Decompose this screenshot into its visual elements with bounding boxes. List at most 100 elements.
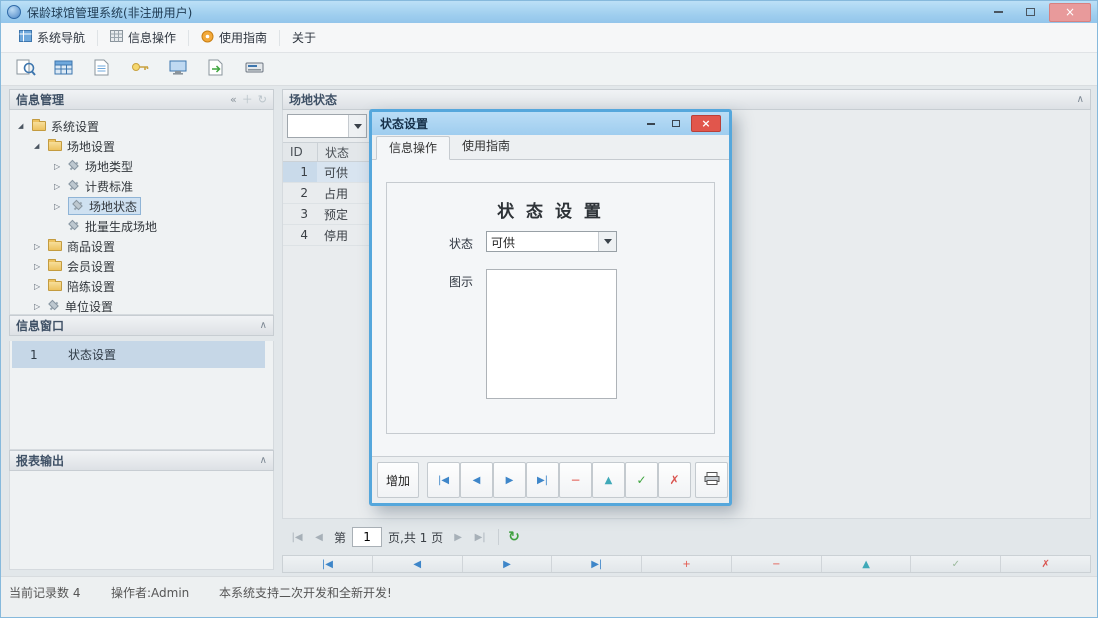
maximize-button[interactable] xyxy=(1017,3,1043,21)
filter-dropdown[interactable] xyxy=(287,114,367,138)
close-button[interactable]: × xyxy=(1049,3,1091,22)
first-record-button[interactable]: |◀ xyxy=(427,462,460,498)
toolbar-search-button[interactable] xyxy=(11,56,41,83)
page-first-button[interactable]: |◀ xyxy=(288,527,306,547)
nav-insert-button[interactable]: + xyxy=(642,556,732,572)
toolbar-monitor-button[interactable] xyxy=(163,56,193,83)
tree-item-product-settings[interactable]: ▷ 商品设置 xyxy=(10,236,273,256)
expander-icon[interactable]: ◢ xyxy=(18,122,32,130)
page-last-button[interactable]: ▶| xyxy=(471,527,489,547)
icon-field-label: 图示 xyxy=(449,273,473,290)
selected-tree-item: 场地状态 xyxy=(68,197,141,215)
chevron-up-icon[interactable]: ∧ xyxy=(260,455,267,466)
tree-item-billing-standard[interactable]: ▷ 计费标准 xyxy=(10,176,273,196)
window-panel-header[interactable]: 信息窗口 ∧ xyxy=(9,315,274,336)
last-record-button[interactable]: ▶| xyxy=(526,462,559,498)
tree-item-trainer-settings[interactable]: ▷ 陪练设置 xyxy=(10,276,273,296)
tree-item-venue-type[interactable]: ▷ 场地类型 xyxy=(10,156,273,176)
dialog-titlebar: 状态设置 × xyxy=(372,112,729,135)
tab-info-ops[interactable]: 信息操作 xyxy=(376,136,450,160)
expander-icon[interactable]: ◢ xyxy=(34,142,48,150)
expander-icon[interactable]: ▷ xyxy=(54,162,68,171)
prev-record-button[interactable]: ◀ xyxy=(460,462,493,498)
record-count-label: 当前记录数 4 xyxy=(9,584,111,618)
status-dropdown[interactable]: 可供 xyxy=(486,231,617,252)
delete-record-button[interactable]: − xyxy=(559,462,592,498)
expander-icon[interactable]: ▷ xyxy=(54,182,68,191)
expander-icon[interactable]: ▷ xyxy=(34,242,48,251)
page-number-input[interactable] xyxy=(352,527,382,547)
tool-icon xyxy=(48,300,60,313)
menu-item-system-nav[interactable]: 系统导航 xyxy=(9,25,95,50)
menu-item-guide[interactable]: 使用指南 xyxy=(191,25,277,50)
edit-record-button[interactable]: ▲ xyxy=(592,462,625,498)
collapse-panel-icon[interactable]: « xyxy=(230,94,237,105)
chevron-up-icon[interactable]: ∧ xyxy=(260,320,267,331)
menu-item-about[interactable]: 关于 xyxy=(282,25,326,50)
add-button[interactable]: 增加 xyxy=(377,462,419,498)
tool-icon xyxy=(72,200,84,213)
folder-icon xyxy=(48,261,62,271)
dialog-minimize-button[interactable] xyxy=(641,116,661,132)
refresh-icon[interactable]: ↻ xyxy=(508,529,520,545)
folder-icon xyxy=(32,121,46,131)
window-list-item[interactable]: 1 状态设置 xyxy=(12,341,265,368)
expander-icon[interactable]: ▷ xyxy=(34,282,48,291)
next-record-button[interactable]: ▶ xyxy=(493,462,526,498)
expander-icon[interactable]: ▷ xyxy=(54,202,68,211)
toolbar-export-button[interactable] xyxy=(201,56,231,83)
status-dropdown-value: 可供 xyxy=(487,232,598,251)
tree-item-system-settings[interactable]: ◢ 系统设置 xyxy=(10,116,273,136)
add-node-icon[interactable]: ＋ xyxy=(242,94,253,105)
main-header-title: 场地状态 xyxy=(289,91,337,108)
minimize-icon xyxy=(994,11,1003,13)
tool-icon xyxy=(68,180,80,193)
report-panel-title: 报表输出 xyxy=(16,452,64,469)
nav-next-button[interactable]: ▶ xyxy=(463,556,553,572)
print-button[interactable] xyxy=(695,462,728,498)
menu-separator xyxy=(188,30,189,46)
export-icon xyxy=(208,59,225,79)
dropdown-button[interactable] xyxy=(598,232,616,251)
menu-item-label: 系统导航 xyxy=(37,29,85,46)
info-panel-header[interactable]: 信息管理 « ＋ ↻ xyxy=(9,89,274,110)
expander-icon[interactable]: ▷ xyxy=(34,262,48,271)
dropdown-button[interactable] xyxy=(348,115,366,137)
toolbar-card-reader-button[interactable] xyxy=(239,56,269,83)
tree-item-venue-status[interactable]: ▷ 场地状态 xyxy=(10,196,273,216)
confirm-button[interactable]: ✓ xyxy=(625,462,658,498)
report-panel-header[interactable]: 报表输出 ∧ xyxy=(9,450,274,471)
nav-first-button[interactable]: |◀ xyxy=(283,556,373,572)
tree-item-member-settings[interactable]: ▷ 会员设置 xyxy=(10,256,273,276)
nav-cancel-button[interactable]: ✗ xyxy=(1001,556,1090,572)
toolbar-key-button[interactable] xyxy=(125,56,155,83)
open-windows-list: 1 状态设置 xyxy=(9,341,274,450)
nav-prev-button[interactable]: ◀ xyxy=(373,556,463,572)
minimize-button[interactable] xyxy=(985,3,1011,21)
page-prev-button[interactable]: ◀ xyxy=(310,527,328,547)
status-image-box[interactable] xyxy=(486,269,617,399)
page-suffix-label: 页,共 1 页 xyxy=(388,529,443,546)
dialog-maximize-button[interactable] xyxy=(666,116,686,132)
pager-separator xyxy=(498,529,499,545)
tab-guide[interactable]: 使用指南 xyxy=(450,135,522,159)
tree-item-venue-settings[interactable]: ◢ 场地设置 xyxy=(10,136,273,156)
chevron-up-icon[interactable]: ∧ xyxy=(1077,94,1084,105)
nav-confirm-button[interactable]: ✓ xyxy=(911,556,1001,572)
expander-icon[interactable]: ▷ xyxy=(34,302,48,311)
refresh-tree-icon[interactable]: ↻ xyxy=(258,94,267,105)
tree-item-batch-generate[interactable]: 批量生成场地 xyxy=(10,216,273,236)
nav-edit-button[interactable]: ▲ xyxy=(822,556,912,572)
menu-item-info-ops[interactable]: 信息操作 xyxy=(100,25,186,50)
page-next-button[interactable]: ▶ xyxy=(449,527,467,547)
toolbar-table-button[interactable] xyxy=(49,56,79,83)
tree-item-unit-settings[interactable]: ▷ 单位设置 xyxy=(10,296,273,315)
nav-delete-button[interactable]: − xyxy=(732,556,822,572)
menu-item-label: 使用指南 xyxy=(219,29,267,46)
toolbar-document-button[interactable] xyxy=(87,56,117,83)
dialog-toolbar: 增加 |◀ ◀ ▶ ▶| − ▲ ✓ ✗ xyxy=(372,456,729,503)
nav-last-button[interactable]: ▶| xyxy=(552,556,642,572)
cancel-button[interactable]: ✗ xyxy=(658,462,691,498)
window-controls: × xyxy=(985,3,1091,22)
dialog-close-button[interactable]: × xyxy=(691,115,721,132)
